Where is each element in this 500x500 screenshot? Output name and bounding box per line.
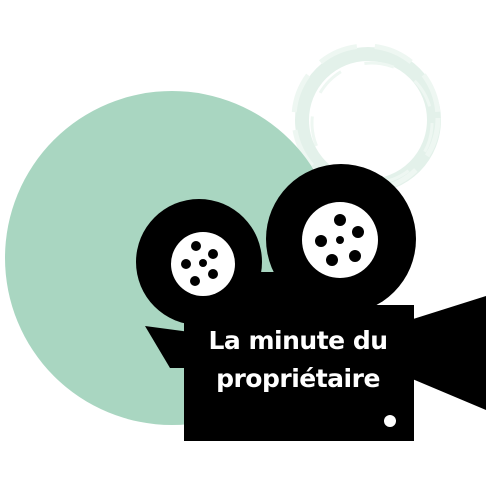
illustration-graphic [5,43,486,441]
title-line-1: La minute du [208,326,388,355]
small-reel-hub [171,232,235,296]
large-reel-hub [302,202,378,278]
film-camera-icon [136,164,486,441]
illustration-title: La minute du propriétaire [186,322,410,398]
record-light [384,415,396,427]
title-line-2: propriétaire [216,364,380,393]
illustration: La minute du propriétaire [0,0,500,500]
